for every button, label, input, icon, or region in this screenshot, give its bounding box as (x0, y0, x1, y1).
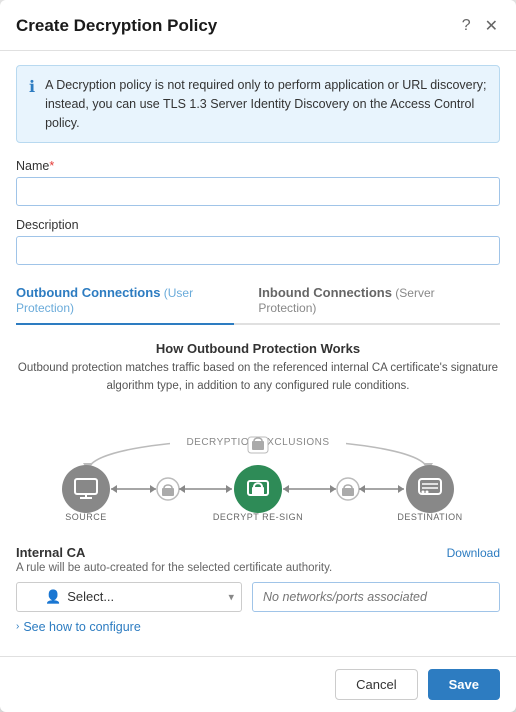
description-label: Description (16, 218, 500, 232)
svg-text:DESTINATION: DESTINATION (397, 512, 462, 522)
svg-text:DECRYPT RE-SIGN: DECRYPT RE-SIGN (213, 512, 303, 522)
modal-body: ℹ A Decryption policy is not required on… (0, 51, 516, 656)
info-icon: ℹ (29, 77, 35, 132)
outbound-section-title: How Outbound Protection Works (16, 341, 500, 356)
chevron-right-icon: › (16, 621, 19, 632)
networks-input[interactable] (252, 582, 500, 612)
ca-desc: A rule will be auto-created for the sele… (16, 562, 500, 574)
help-icon: ? (462, 17, 471, 35)
ca-row: 👤 Select... ▾ (16, 582, 500, 612)
ca-section: Internal CA Download A rule will be auto… (16, 545, 500, 634)
modal-header: Create Decryption Policy ? ✕ (0, 0, 516, 51)
ca-select-label: Select... (67, 589, 114, 604)
create-decryption-policy-modal: Create Decryption Policy ? ✕ ℹ A Decrypt… (0, 0, 516, 712)
save-button[interactable]: Save (428, 669, 500, 700)
cancel-button[interactable]: Cancel (335, 669, 417, 700)
diagram-svg: DECRYPTION EXCLUSIONS SOURCE (16, 409, 500, 529)
close-button[interactable]: ✕ (483, 14, 500, 38)
ca-label: Internal CA (16, 545, 85, 560)
name-required: * (49, 159, 54, 173)
name-input[interactable] (16, 177, 500, 206)
configure-link-label: See how to configure (23, 620, 140, 634)
tab-outbound[interactable]: Outbound Connections (User Protection) (16, 277, 234, 325)
name-field-group: Name* (16, 159, 500, 206)
ca-download-link[interactable]: Download (447, 546, 500, 560)
modal-title: Create Decryption Policy (16, 16, 217, 36)
name-label: Name* (16, 159, 500, 173)
outbound-diagram: DECRYPTION EXCLUSIONS SOURCE (16, 409, 500, 529)
tab-inbound-main: Inbound Connections (258, 285, 392, 300)
svg-text:SOURCE: SOURCE (65, 512, 107, 522)
description-input[interactable] (16, 236, 500, 265)
description-field-group: Description (16, 218, 500, 265)
user-icon: 👤 (45, 589, 61, 605)
outbound-section-desc: Outbound protection matches traffic base… (16, 360, 500, 395)
tabs-row: Outbound Connections (User Protection) I… (16, 277, 500, 325)
close-icon: ✕ (485, 16, 498, 36)
configure-link[interactable]: › See how to configure (16, 620, 500, 634)
chevron-down-icon: ▾ (228, 590, 234, 603)
help-button[interactable]: ? (460, 15, 473, 37)
info-banner-text: A Decryption policy is not required only… (45, 76, 487, 132)
header-icons: ? ✕ (460, 14, 500, 38)
ca-header: Internal CA Download (16, 545, 500, 560)
info-banner: ℹ A Decryption policy is not required on… (16, 65, 500, 143)
modal-footer: Cancel Save (0, 656, 516, 712)
ca-select-button[interactable]: 👤 Select... ▾ (16, 582, 242, 612)
tab-inbound[interactable]: Inbound Connections (Server Protection) (258, 277, 476, 325)
tab-outbound-main: Outbound Connections (16, 285, 160, 300)
ca-select-wrapper: 👤 Select... ▾ (16, 582, 242, 612)
